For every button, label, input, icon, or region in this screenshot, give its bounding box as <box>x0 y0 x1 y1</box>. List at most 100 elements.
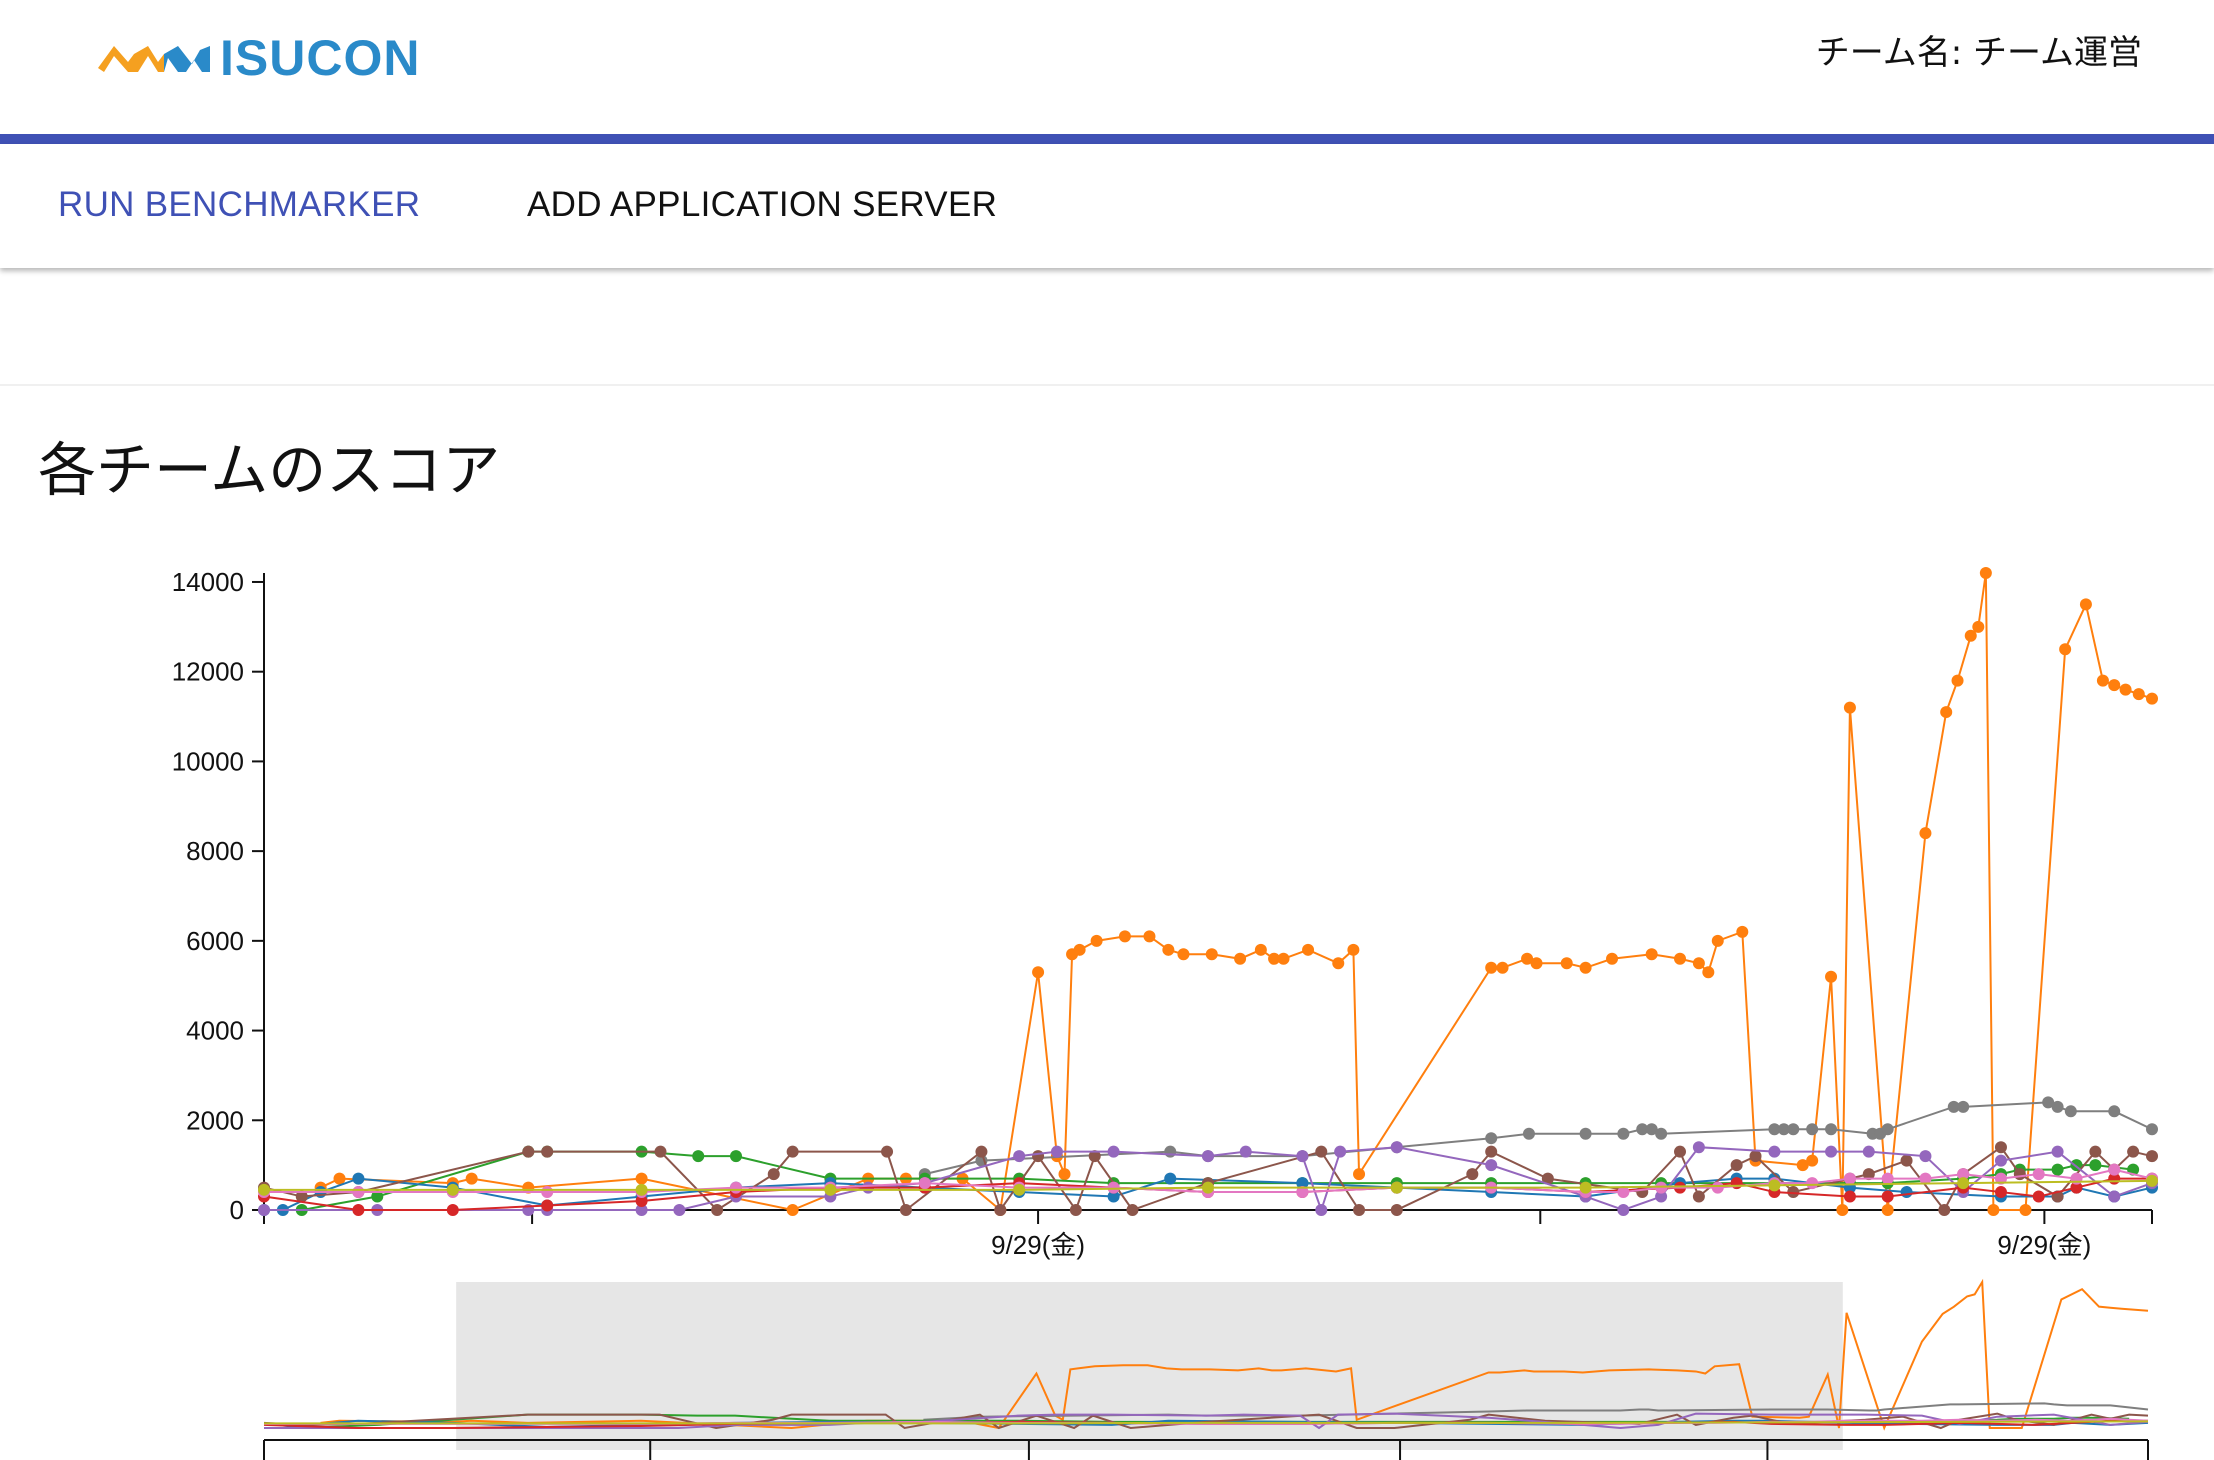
data-point[interactable] <box>2096 674 2109 687</box>
data-point[interactable] <box>1347 943 1360 956</box>
data-point[interactable] <box>541 1186 554 1199</box>
data-point[interactable] <box>446 1204 459 1216</box>
data-point[interactable] <box>1881 1123 1894 1136</box>
data-point[interactable] <box>1302 943 1315 956</box>
data-point[interactable] <box>258 1183 270 1196</box>
data-point[interactable] <box>2108 679 2121 692</box>
data-point[interactable] <box>994 1204 1007 1216</box>
data-point[interactable] <box>2079 598 2092 611</box>
data-point[interactable] <box>1353 1168 1366 1181</box>
data-point[interactable] <box>1692 1141 1705 1154</box>
data-point[interactable] <box>1692 1190 1705 1203</box>
data-point[interactable] <box>1972 620 1985 633</box>
data-point[interactable] <box>1013 1150 1026 1163</box>
data-point[interactable] <box>522 1145 535 1158</box>
data-point[interactable] <box>2064 1105 2077 1118</box>
data-point[interactable] <box>1994 1141 2007 1154</box>
data-point[interactable] <box>1164 1172 1177 1185</box>
data-point[interactable] <box>1951 674 1964 687</box>
data-point[interactable] <box>1560 957 1573 970</box>
data-point[interactable] <box>1058 1168 1071 1181</box>
data-point[interactable] <box>786 1204 799 1216</box>
data-point[interactable] <box>1530 957 1543 970</box>
data-point[interactable] <box>1522 1127 1535 1140</box>
data-point[interactable] <box>1090 934 1103 947</box>
data-point[interactable] <box>1353 1204 1366 1216</box>
data-point[interactable] <box>1390 1204 1403 1216</box>
data-point[interactable] <box>1702 966 1715 979</box>
data-point[interactable] <box>1107 1181 1120 1194</box>
data-point[interactable] <box>2032 1168 2045 1181</box>
data-point[interactable] <box>258 1204 270 1216</box>
data-point[interactable] <box>1234 952 1247 965</box>
data-point[interactable] <box>2051 1145 2064 1158</box>
data-point[interactable] <box>1617 1204 1630 1216</box>
data-point[interactable] <box>1202 1150 1214 1163</box>
data-point[interactable] <box>1836 1204 1849 1216</box>
data-point[interactable] <box>2051 1163 2064 1176</box>
data-point[interactable] <box>767 1168 780 1181</box>
data-point[interactable] <box>541 1145 554 1158</box>
data-point[interactable] <box>1118 930 1131 943</box>
data-point[interactable] <box>1107 1145 1120 1158</box>
data-point[interactable] <box>1466 1168 1479 1181</box>
data-point[interactable] <box>465 1172 478 1185</box>
data-point[interactable] <box>2019 1204 2032 1216</box>
data-point[interactable] <box>1806 1177 1819 1190</box>
data-point[interactable] <box>1032 966 1045 979</box>
data-point[interactable] <box>1579 961 1592 974</box>
data-point[interactable] <box>1390 1181 1403 1194</box>
data-point[interactable] <box>1496 961 1509 974</box>
data-point[interactable] <box>1862 1145 1875 1158</box>
data-point[interactable] <box>2059 643 2072 656</box>
data-point[interactable] <box>2146 692 2158 705</box>
data-point[interactable] <box>1277 952 1290 965</box>
data-point[interactable] <box>1069 1204 1082 1216</box>
data-point[interactable] <box>1332 957 1345 970</box>
data-point[interactable] <box>352 1186 365 1199</box>
data-point[interactable] <box>711 1204 724 1216</box>
data-point[interactable] <box>1390 1141 1403 1154</box>
data-point[interactable] <box>2127 1145 2140 1158</box>
data-point[interactable] <box>1617 1127 1630 1140</box>
data-point[interactable] <box>899 1204 912 1216</box>
data-point[interactable] <box>1164 1145 1177 1158</box>
data-point[interactable] <box>881 1145 894 1158</box>
data-point[interactable] <box>1315 1145 1328 1158</box>
data-point[interactable] <box>1919 1150 1932 1163</box>
data-point[interactable] <box>1881 1204 1894 1216</box>
data-point[interactable] <box>1749 1150 1762 1163</box>
data-point[interactable] <box>730 1150 742 1163</box>
data-point[interactable] <box>654 1145 667 1158</box>
data-point[interactable] <box>2108 1163 2121 1176</box>
data-point[interactable] <box>1730 1159 1743 1172</box>
data-point[interactable] <box>2089 1145 2102 1158</box>
data-point[interactable] <box>1825 1145 1838 1158</box>
data-point[interactable] <box>730 1181 742 1194</box>
data-point[interactable] <box>1674 1145 1686 1158</box>
data-point[interactable] <box>635 1172 648 1185</box>
data-point[interactable] <box>1050 1145 1063 1158</box>
data-point[interactable] <box>1485 1159 1498 1172</box>
data-point[interactable] <box>1881 1190 1894 1203</box>
data-point[interactable] <box>1979 567 1992 579</box>
data-point[interactable] <box>1162 943 1175 956</box>
data-point[interactable] <box>1843 1190 1856 1203</box>
data-point[interactable] <box>1736 925 1749 938</box>
data-point[interactable] <box>1994 1186 2007 1199</box>
data-point[interactable] <box>1843 1172 1856 1185</box>
data-point[interactable] <box>1254 943 1267 956</box>
data-point[interactable] <box>1645 948 1658 961</box>
data-point[interactable] <box>2108 1105 2121 1118</box>
data-point[interactable] <box>692 1150 705 1163</box>
data-point[interactable] <box>1957 1177 1970 1190</box>
data-point[interactable] <box>1994 1154 2007 1167</box>
data-point[interactable] <box>1674 952 1686 965</box>
data-point[interactable] <box>1692 957 1705 970</box>
data-point[interactable] <box>1579 1181 1592 1194</box>
data-point[interactable] <box>1711 1181 1724 1194</box>
data-point[interactable] <box>2070 1172 2083 1185</box>
data-point[interactable] <box>446 1183 459 1196</box>
data-point[interactable] <box>2089 1159 2102 1172</box>
data-point[interactable] <box>673 1204 686 1216</box>
